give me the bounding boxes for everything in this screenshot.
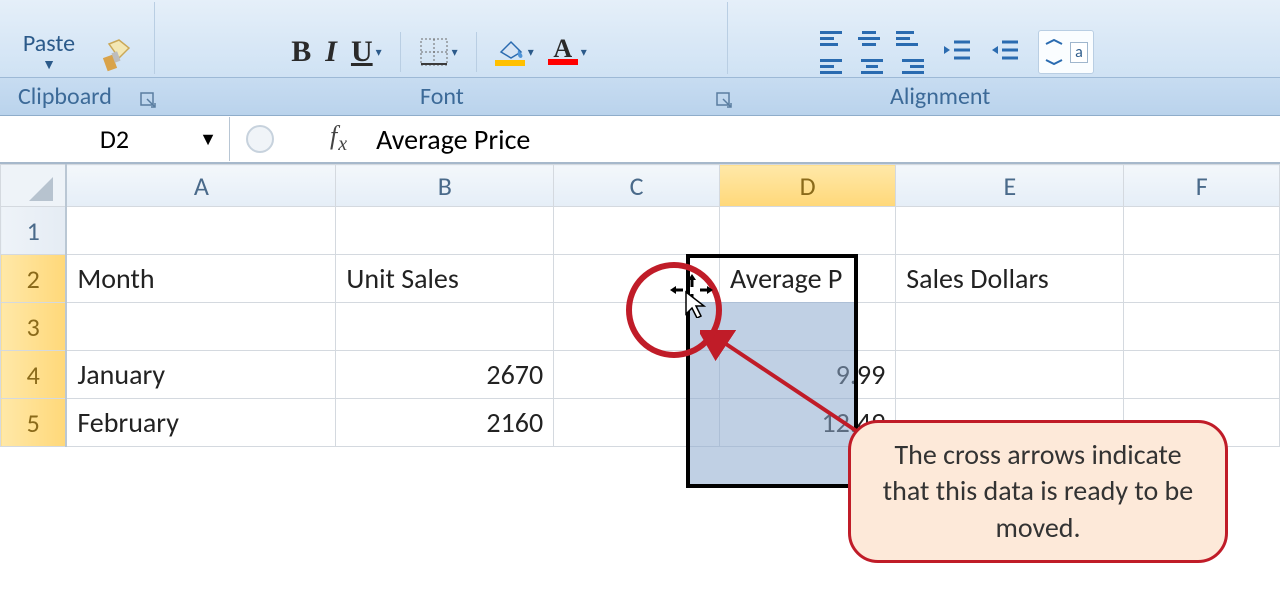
align-middle-button[interactable] — [858, 27, 886, 49]
align-left-button[interactable] — [820, 55, 848, 77]
cell[interactable] — [66, 303, 336, 351]
alignment-buttons — [810, 27, 924, 77]
annotation-text: The cross arrows indicate that this data… — [883, 437, 1193, 545]
cell[interactable] — [336, 207, 554, 255]
fill-color-button[interactable]: ▾ — [495, 38, 534, 66]
col-header-A[interactable]: A — [66, 165, 336, 207]
clipboard-group: Paste ▼ — [6, 2, 146, 74]
bold-button[interactable]: B — [291, 35, 311, 69]
font-color-button[interactable]: A ▾ — [548, 39, 587, 65]
ribbon-separator — [154, 2, 155, 74]
align-right-button[interactable] — [896, 55, 924, 77]
cell-A5[interactable]: February — [66, 399, 336, 447]
col-header-B[interactable]: B — [336, 165, 554, 207]
cell-D2[interactable]: Average P — [720, 255, 896, 303]
cell[interactable] — [896, 207, 1124, 255]
cell[interactable] — [720, 207, 896, 255]
cell-B5[interactable]: 2160 — [336, 399, 554, 447]
font-dialog-launcher-icon[interactable] — [716, 92, 734, 110]
col-header-C[interactable]: C — [554, 165, 720, 207]
row-header-2[interactable]: 2 — [1, 255, 67, 303]
cell[interactable] — [1124, 207, 1280, 255]
ribbon-separator — [727, 2, 728, 74]
row-header-1[interactable]: 1 — [1, 207, 67, 255]
col-header-E[interactable]: E — [896, 165, 1124, 207]
increase-indent-button[interactable] — [990, 36, 1020, 69]
formula-bar: D2 ▼ fx Average Price — [0, 116, 1280, 164]
cell-F4[interactable] — [1124, 351, 1280, 399]
cell-C5[interactable] — [554, 399, 720, 447]
chevron-down-icon[interactable]: ▾ — [452, 45, 458, 60]
name-box-dropdown-icon[interactable]: ▼ — [199, 128, 217, 150]
cell[interactable] — [336, 303, 554, 351]
ribbon: Paste ▼ B I U▾ — [0, 0, 1280, 78]
cell-A2[interactable]: Month — [66, 255, 336, 303]
align-top-button[interactable] — [820, 27, 848, 49]
font-group: B I U▾ ▾ — [159, 2, 719, 74]
row-header-3[interactable]: 3 — [1, 303, 67, 351]
paste-dropdown-icon[interactable]: ▼ — [42, 58, 56, 72]
row-header-4[interactable]: 4 — [1, 351, 67, 399]
name-box[interactable]: D2 ▼ — [0, 117, 230, 161]
cell[interactable] — [554, 303, 720, 351]
select-all-corner[interactable] — [1, 165, 67, 207]
col-header-D[interactable]: D — [720, 165, 896, 207]
cell[interactable] — [896, 303, 1124, 351]
cell-B4[interactable]: 2670 — [336, 351, 554, 399]
cell[interactable] — [554, 207, 720, 255]
cell[interactable] — [720, 303, 896, 351]
align-center-button[interactable] — [858, 55, 886, 77]
alignment-group: a — [732, 2, 1172, 74]
chevron-down-icon[interactable]: ▾ — [528, 45, 534, 60]
cell-B2[interactable]: Unit Sales — [336, 255, 554, 303]
ribbon-separator — [400, 32, 401, 72]
fx-icon[interactable]: fx — [330, 121, 348, 156]
font-group-label: Font — [420, 82, 464, 111]
chevron-down-icon[interactable]: ▾ — [376, 45, 382, 60]
cell-D4[interactable]: 9.99 — [720, 351, 896, 399]
cell-F2[interactable] — [1124, 255, 1280, 303]
alignment-group-label: Alignment — [890, 82, 990, 111]
name-box-value: D2 — [100, 123, 129, 155]
cancel-icon[interactable] — [246, 125, 274, 153]
ribbon-separator — [476, 32, 477, 72]
cell-A4[interactable]: January — [66, 351, 336, 399]
underline-button[interactable]: U▾ — [351, 35, 382, 69]
ribbon-group-labels: Clipboard Font Alignment — [0, 78, 1280, 116]
merge-center-button[interactable]: a — [1038, 30, 1094, 74]
fill-color-swatch — [495, 60, 525, 66]
cell-E4[interactable] — [896, 351, 1124, 399]
cell-C4[interactable] — [554, 351, 720, 399]
clipboard-group-label: Clipboard — [18, 82, 112, 111]
decrease-indent-button[interactable] — [942, 36, 972, 69]
cell[interactable] — [1124, 303, 1280, 351]
formula-value[interactable]: Average Price — [376, 122, 530, 157]
cell-E2[interactable]: Sales Dollars — [896, 255, 1124, 303]
format-painter-icon[interactable] — [99, 38, 139, 79]
col-header-F[interactable]: F — [1124, 165, 1280, 207]
italic-button[interactable]: I — [325, 35, 337, 69]
paste-label: Paste — [23, 32, 75, 56]
paste-button[interactable]: Paste ▼ — [13, 32, 85, 72]
borders-button[interactable]: ▾ — [419, 37, 458, 67]
cell-C2[interactable] — [554, 255, 720, 303]
chevron-down-icon[interactable]: ▾ — [581, 45, 587, 60]
align-bottom-button[interactable] — [896, 27, 924, 49]
cell[interactable] — [66, 207, 336, 255]
row-header-5[interactable]: 5 — [1, 399, 67, 447]
clipboard-dialog-launcher-icon[interactable] — [140, 92, 158, 110]
annotation-callout: The cross arrows indicate that this data… — [848, 420, 1228, 563]
font-color-swatch — [548, 59, 578, 65]
